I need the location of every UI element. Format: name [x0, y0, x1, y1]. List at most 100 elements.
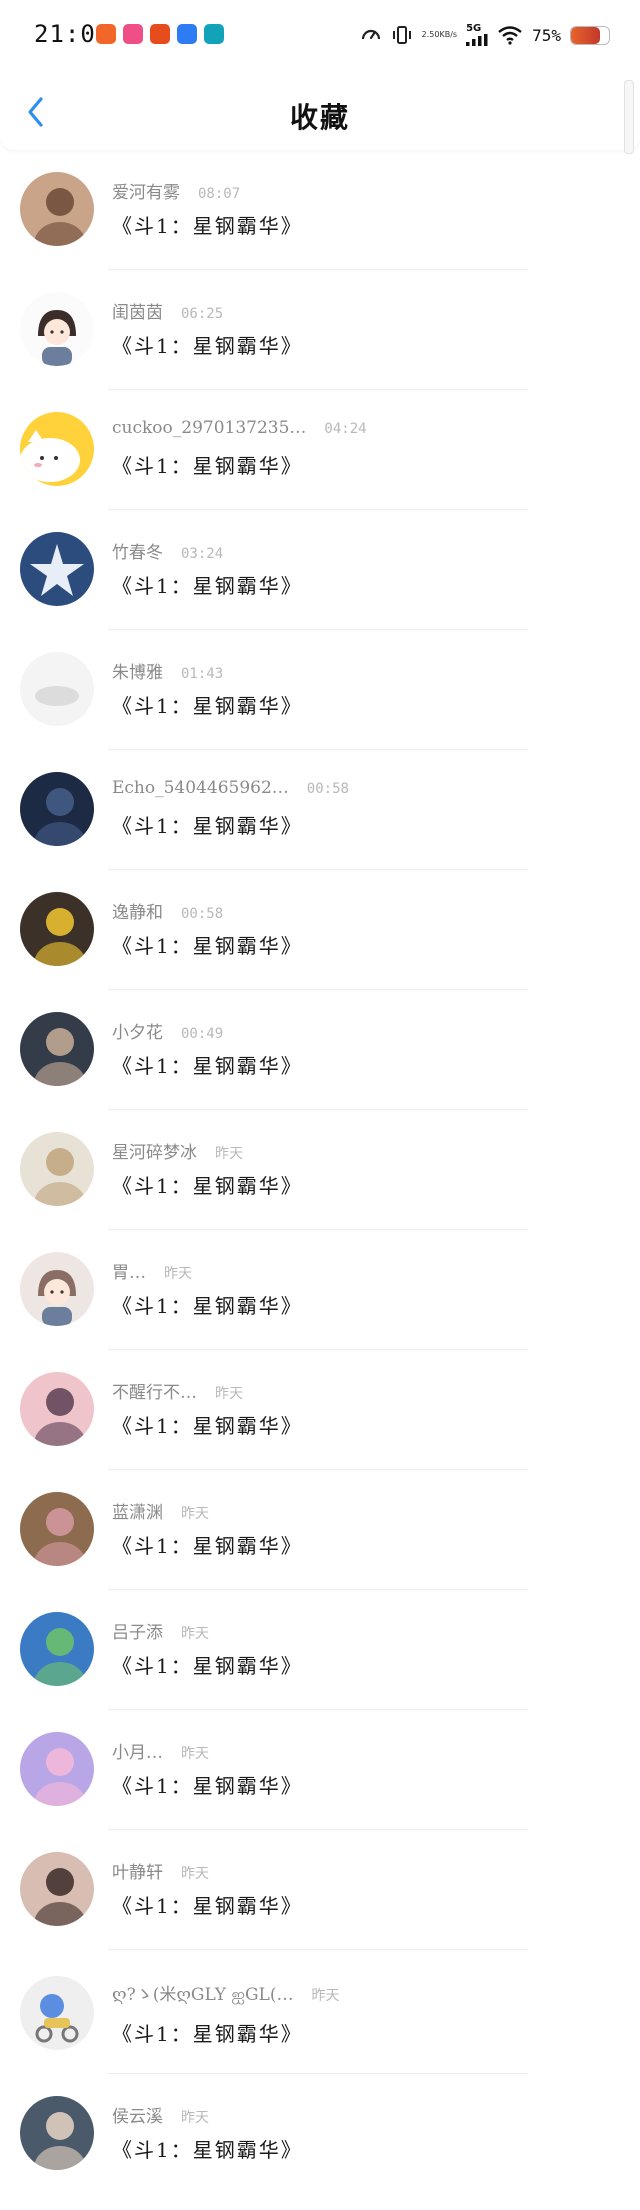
blue-browser-app-icon: [177, 24, 197, 44]
user-name: 朱博雅: [112, 663, 163, 683]
battery-percent: 75%: [532, 25, 561, 45]
network-speed-value: 2.50: [421, 30, 440, 39]
status-app-icons: [96, 24, 231, 44]
item-time: 03:24: [181, 546, 224, 562]
page-title: 收藏: [289, 101, 350, 134]
user-name: 吕子添: [112, 1623, 163, 1643]
avatar[interactable]: [20, 1976, 94, 2050]
avatar[interactable]: [20, 1012, 94, 1086]
cellular-signal: 5G: [466, 24, 488, 46]
avatar[interactable]: [20, 1732, 94, 1806]
item-time: 01:43: [181, 666, 224, 682]
item-time: 昨天: [181, 1746, 209, 1762]
item-content: 《斗1：星钢霸华》: [112, 1174, 303, 1198]
item-content: 《斗1：星钢霸华》: [112, 574, 303, 598]
item-time: 昨天: [164, 1266, 192, 1282]
item-time: 昨天: [181, 1866, 209, 1882]
avatar[interactable]: [20, 172, 94, 246]
battery-level-fill: [571, 26, 600, 44]
avatar[interactable]: [20, 2096, 94, 2170]
avatar[interactable]: [20, 1492, 94, 1566]
item-content: 《斗1：星钢霸华》: [112, 1414, 303, 1438]
item-content: 《斗1：星钢霸华》: [112, 454, 303, 478]
user-name: 爱河有雾: [112, 183, 180, 203]
item-time: 昨天: [181, 1626, 209, 1642]
battery-icon: [570, 25, 610, 45]
item-time: 昨天: [181, 2110, 209, 2126]
taobao-app-icon: [96, 24, 116, 44]
avatar[interactable]: [20, 652, 94, 726]
top-app-bar: 收藏: [0, 74, 640, 150]
user-name: Echo_5404465962…: [112, 778, 289, 798]
list-item[interactable]: cuckoo_2970137235… 04:24 《斗1：星钢霸华》: [0, 390, 640, 510]
list-item[interactable]: 蓝潇渊 昨天 《斗1：星钢霸华》: [0, 1470, 640, 1590]
list-item[interactable]: 朱博雅 01:43 《斗1：星钢霸华》: [0, 630, 640, 750]
item-time: 00:49: [181, 1026, 224, 1042]
vibrate-icon: [391, 24, 413, 46]
list-item[interactable]: 胃… 昨天 《斗1：星钢霸华》: [0, 1230, 640, 1350]
item-time: 06:25: [181, 306, 224, 322]
item-content: 《斗1：星钢霸华》: [112, 1294, 303, 1318]
list-item[interactable]: Echo_5404465962… 00:58 《斗1：星钢霸华》: [0, 750, 640, 870]
item-time: 08:07: [198, 186, 241, 202]
teal-app-icon: [204, 24, 224, 44]
item-content: 《斗1：星钢霸华》: [112, 1534, 303, 1558]
item-content: 《斗1：星钢霸华》: [112, 2022, 303, 2046]
status-bar: 21:01 2.50 KB/s 5G 75%: [0, 0, 640, 74]
item-time: 昨天: [215, 1386, 243, 1402]
user-name: 竹春冬: [112, 543, 163, 563]
avatar[interactable]: [20, 532, 94, 606]
list-item[interactable]: 小夕花 00:49 《斗1：星钢霸华》: [0, 990, 640, 1110]
list-item[interactable]: ღ?ゝ(米ღGLY ஐGL(… 昨天 《斗1：星钢霸华》: [0, 1950, 640, 2074]
user-name: 不醒行不…: [112, 1383, 197, 1403]
speedometer-icon: [360, 24, 382, 46]
avatar[interactable]: [20, 1372, 94, 1446]
user-name: 闺茵茵: [112, 303, 163, 323]
item-time: 昨天: [311, 1988, 340, 2004]
item-content: 《斗1：星钢霸华》: [112, 2138, 303, 2162]
avatar[interactable]: [20, 1612, 94, 1686]
user-name: 侯云溪: [112, 2107, 163, 2127]
item-content: 《斗1：星钢霸华》: [112, 694, 303, 718]
list-item[interactable]: 逸静和 00:58 《斗1：星钢霸华》: [0, 870, 640, 990]
list-item[interactable]: 叶静轩 昨天 《斗1：星钢霸华》: [0, 1830, 640, 1950]
list-item[interactable]: 闺茵茵 06:25 《斗1：星钢霸华》: [0, 270, 640, 390]
user-name: cuckoo_2970137235…: [112, 418, 307, 438]
list-item[interactable]: 爱河有雾 08:07 《斗1：星钢霸华》: [0, 150, 640, 270]
user-name: 蓝潇渊: [112, 1503, 163, 1523]
list-item[interactable]: 竹春冬 03:24 《斗1：星钢霸华》: [0, 510, 640, 630]
avatar[interactable]: [20, 1252, 94, 1326]
item-content: 《斗1：星钢霸华》: [112, 1894, 303, 1918]
avatar[interactable]: [20, 292, 94, 366]
network-type: 5G: [466, 23, 482, 34]
item-time: 00:58: [306, 781, 349, 797]
item-content: 《斗1：星钢霸华》: [112, 1654, 303, 1678]
item-time: 00:58: [181, 906, 224, 922]
item-time: 04:24: [324, 421, 367, 437]
list-item[interactable]: 小月… 昨天 《斗1：星钢霸华》: [0, 1710, 640, 1830]
list-item[interactable]: 吕子添 昨天 《斗1：星钢霸华》: [0, 1590, 640, 1710]
avatar[interactable]: [20, 772, 94, 846]
avatar[interactable]: [20, 1132, 94, 1206]
item-content: 《斗1：星钢霸华》: [112, 934, 303, 958]
item-content: 《斗1：星钢霸华》: [112, 1774, 303, 1798]
user-name: 胃…: [112, 1263, 146, 1283]
list-item[interactable]: 星河碎梦冰 昨天 《斗1：星钢霸华》: [0, 1110, 640, 1230]
item-content: 《斗1：星钢霸华》: [112, 334, 303, 358]
avatar[interactable]: [20, 892, 94, 966]
avatar[interactable]: [20, 1852, 94, 1926]
network-speed-unit: KB/s: [439, 30, 458, 39]
pink-app-icon: [123, 24, 143, 44]
list-item[interactable]: 不醒行不… 昨天 《斗1：星钢霸华》: [0, 1350, 640, 1470]
user-name: 小月…: [112, 1743, 163, 1763]
user-name: 叶静轩: [112, 1863, 163, 1883]
item-content: 《斗1：星钢霸华》: [112, 814, 303, 838]
scrollbar[interactable]: [624, 80, 634, 154]
list-item[interactable]: 侯云溪 昨天 《斗1：星钢霸华》: [0, 2074, 640, 2194]
wifi-icon: [497, 25, 523, 45]
item-time: 昨天: [215, 1146, 243, 1162]
item-content: 《斗1：星钢霸华》: [112, 1054, 303, 1078]
avatar[interactable]: [20, 412, 94, 486]
favorites-list: 爱河有雾 08:07 《斗1：星钢霸华》 闺茵茵 06:25 《斗1：星钢霸华》 c…: [0, 150, 640, 2194]
user-name: 逸静和: [112, 903, 163, 923]
